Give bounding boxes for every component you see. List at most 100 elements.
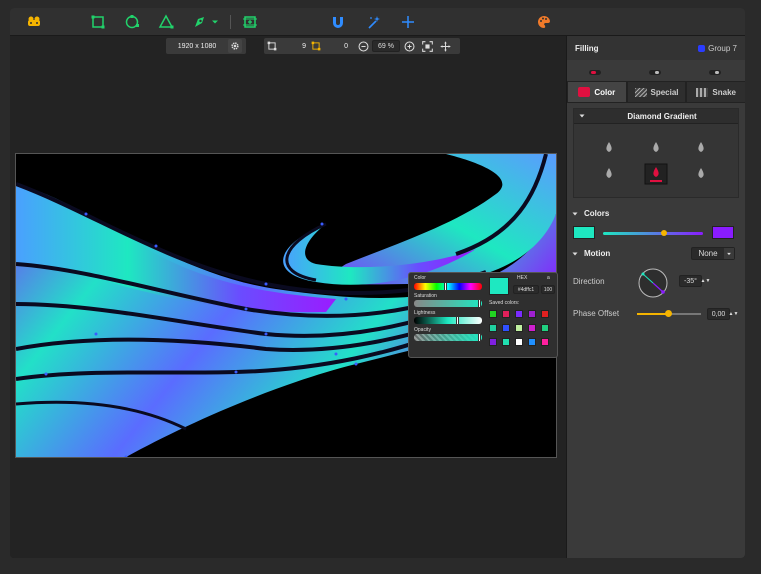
gradient-type-header[interactable]: Diamond Gradient [574, 109, 738, 124]
snake-tab-icon [696, 87, 709, 97]
magnet-icon[interactable] [328, 12, 348, 32]
phase-stepper-icon[interactable]: ▲▼ [729, 308, 739, 320]
saved-color-swatch[interactable] [541, 310, 549, 318]
gradient-midpoint-handle[interactable] [661, 230, 667, 236]
tab-special-label: Special [650, 87, 679, 97]
saved-color-swatch[interactable] [489, 310, 497, 318]
canvas-area[interactable]: Color Saturation Lightness Opacity HEX a… [10, 58, 564, 558]
direction-label: Direction [573, 277, 605, 286]
crosshair-icon[interactable] [398, 12, 418, 32]
fit-to-screen-icon[interactable] [418, 40, 436, 52]
resolution-label: 1920 x 1080 [177, 42, 217, 50]
gradient-type-options [606, 142, 704, 185]
node-count-b: 0 [344, 42, 348, 50]
rectangle-tool-icon[interactable] [88, 12, 108, 32]
phase-offset-thumb[interactable] [665, 310, 672, 317]
saturation-slider-thumb[interactable] [478, 299, 481, 308]
current-color-preview [489, 277, 509, 295]
direction-field[interactable]: -35° ▲▼ [679, 275, 711, 287]
lightness-slider-thumb[interactable] [456, 316, 459, 325]
effect-toggle[interactable] [709, 70, 721, 75]
saved-color-swatch[interactable] [541, 338, 549, 346]
alpha-input[interactable]: 100 [541, 285, 555, 294]
direction-dial[interactable] [637, 267, 669, 299]
properties-panel: Filling Group 7 Color Special Snake Diam… [566, 36, 745, 558]
saved-color-swatch[interactable] [541, 324, 549, 332]
conic-drop-icon [698, 142, 704, 152]
zoom-out-icon[interactable] [354, 41, 372, 52]
node-count-a: 9 [302, 42, 306, 50]
resolution-bar: 1920 x 1080 [166, 38, 246, 54]
saved-color-swatch[interactable] [515, 310, 523, 318]
toolbar-divider [230, 15, 231, 29]
saved-color-swatch[interactable] [528, 310, 536, 318]
group-color-icon [698, 44, 706, 52]
saved-color-swatch[interactable] [489, 324, 497, 332]
saved-color-swatch[interactable] [515, 324, 523, 332]
phase-offset-label: Phase Offset [573, 309, 620, 318]
saved-color-swatch[interactable] [489, 338, 497, 346]
motion-title: Motion [584, 249, 611, 258]
phase-offset-field[interactable]: 0,00 ▲▼ [707, 308, 739, 320]
radial-drop-icon [653, 142, 659, 152]
gradient-ramp-slider[interactable] [603, 230, 703, 236]
saved-color-swatch[interactable] [502, 338, 510, 346]
linear-drop-icon [606, 142, 612, 152]
chevron-down-icon[interactable] [209, 12, 221, 32]
opacity-slider-thumb[interactable] [478, 333, 481, 342]
picker-opacity-label: Opacity [414, 327, 431, 333]
triangle-tool-icon[interactable] [156, 12, 176, 32]
pen-tool-icon[interactable] [190, 12, 210, 32]
lightness-slider[interactable] [414, 316, 482, 325]
saved-color-swatch[interactable] [515, 338, 523, 346]
fill-tabs: Color Special Snake [567, 81, 745, 103]
main-toolbar [10, 8, 745, 36]
picker-saturation-label: Saturation [414, 293, 437, 299]
tab-color[interactable]: Color [567, 81, 627, 103]
palette-icon[interactable] [534, 12, 554, 32]
panel-header: Filling Group 7 [567, 36, 745, 60]
saved-color-swatch[interactable] [502, 310, 510, 318]
tab-snake[interactable]: Snake [686, 81, 745, 103]
hue-slider-thumb[interactable] [444, 282, 447, 291]
rocket-icon[interactable] [24, 12, 44, 32]
direction-value[interactable]: -35° [679, 275, 702, 287]
node-count-icon [264, 41, 280, 51]
motion-dropdown[interactable]: None [691, 247, 735, 260]
gradient-type-box: Diamond Gradient [573, 108, 739, 198]
gradient-type-label: Diamond Gradient [627, 111, 697, 121]
tab-special[interactable]: Special [626, 81, 687, 103]
hue-slider[interactable] [414, 282, 482, 291]
ellipse-tool-icon[interactable] [122, 12, 142, 32]
saved-color-swatch[interactable] [528, 338, 536, 346]
zoom-level-field[interactable]: 69 % [372, 40, 400, 52]
gradient-end-color[interactable] [712, 226, 734, 239]
saved-colors-label: Saved colors: [489, 300, 520, 306]
artboard-tool-icon[interactable] [240, 12, 260, 32]
saturation-slider[interactable] [414, 299, 482, 308]
phase-offset-slider[interactable] [637, 310, 701, 317]
pan-move-icon[interactable] [436, 41, 454, 52]
app-window: 1920 x 1080 9 0 69 % Color Saturation Li… [10, 8, 745, 558]
opacity-slider[interactable] [414, 333, 482, 342]
reflected-drop-icon [606, 168, 612, 178]
magic-wand-icon[interactable] [364, 12, 384, 32]
selected-node-icon [306, 41, 326, 51]
hex-input[interactable]: #4dffc1 [513, 285, 539, 294]
motion-section-header[interactable]: Motion [571, 249, 610, 258]
colors-section-header[interactable]: Colors [571, 209, 609, 218]
chevron-down-icon [572, 252, 578, 255]
special-tab-icon [634, 87, 647, 97]
phase-offset-value[interactable]: 0,00 [707, 308, 730, 320]
saved-color-swatch[interactable] [502, 324, 510, 332]
color-picker-popup: Color Saturation Lightness Opacity HEX a… [408, 272, 558, 358]
zoom-in-icon[interactable] [400, 41, 418, 52]
stroke-toggle[interactable] [649, 70, 661, 75]
fill-toggle[interactable] [589, 70, 601, 75]
gradient-start-color[interactable] [573, 226, 595, 239]
saved-color-swatch[interactable] [528, 324, 536, 332]
alpha-label: a [547, 275, 550, 281]
direction-stepper-icon[interactable]: ▲▼ [701, 275, 711, 287]
tab-snake-label: Snake [712, 87, 736, 97]
settings-gear-icon[interactable] [228, 39, 242, 53]
